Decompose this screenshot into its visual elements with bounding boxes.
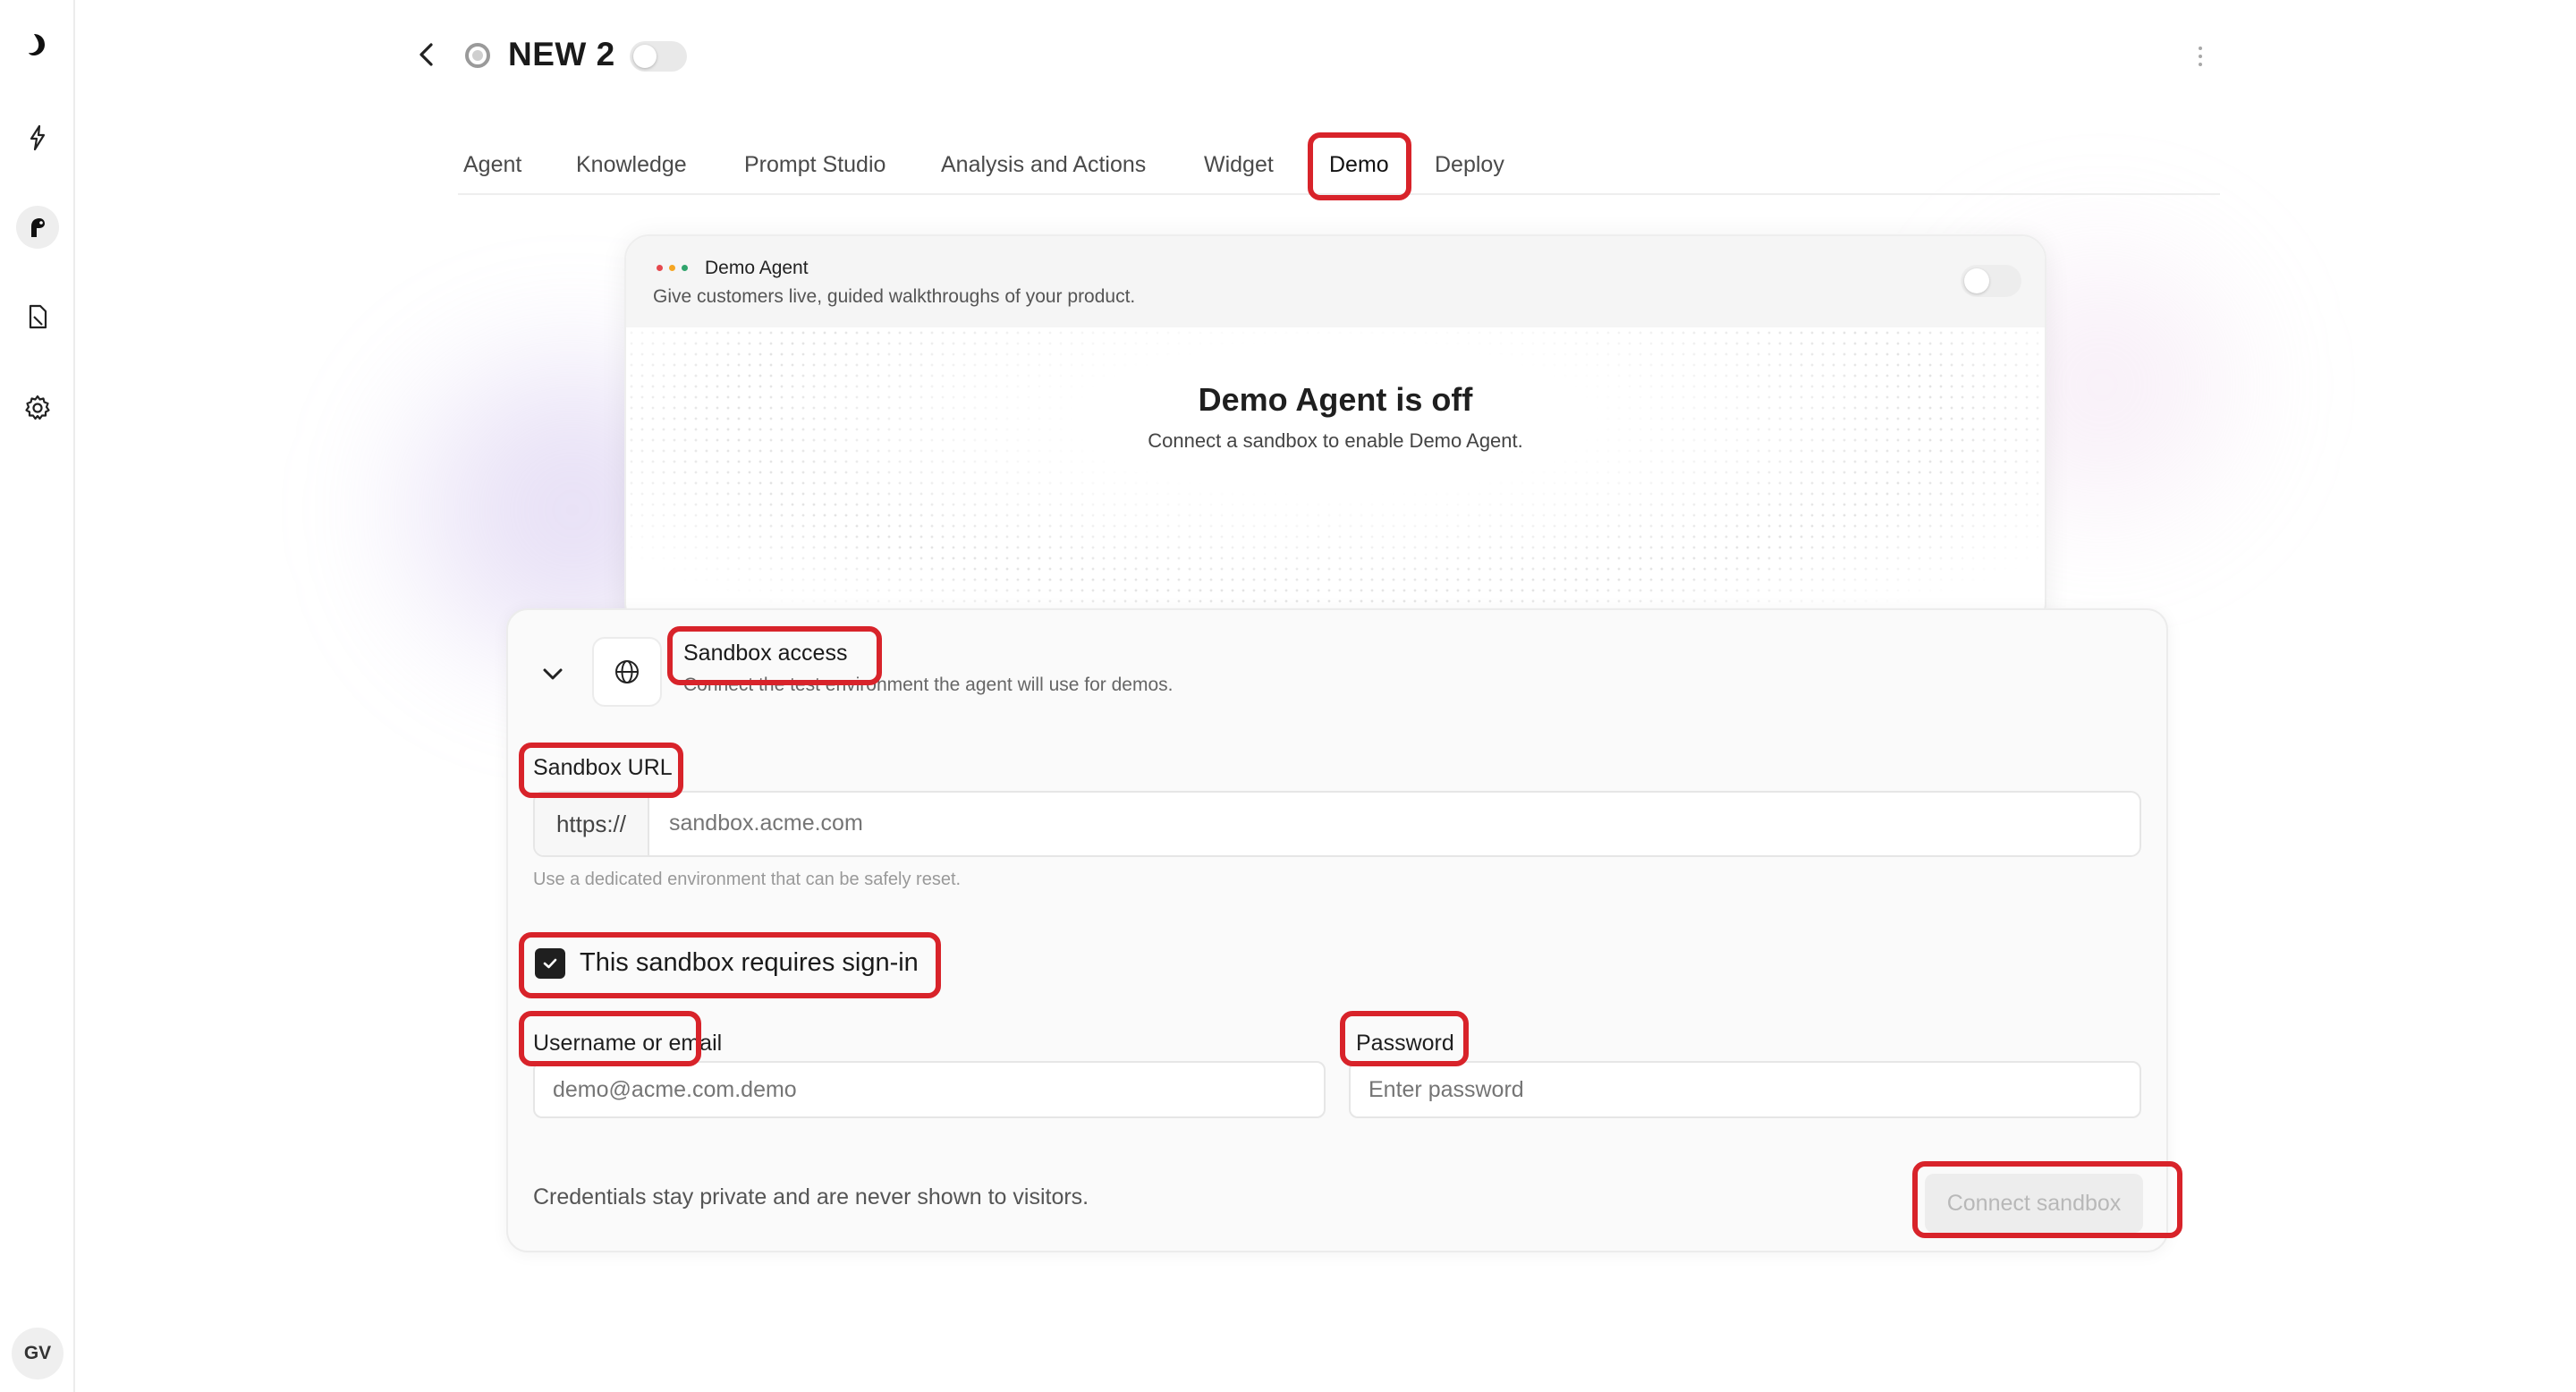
username-input[interactable] bbox=[553, 1077, 1286, 1103]
documents-icon[interactable] bbox=[16, 295, 59, 338]
sandbox-access-panel: Sandbox access Connect the test environm… bbox=[506, 608, 2168, 1252]
chevron-left-icon bbox=[419, 43, 433, 66]
status-indicator bbox=[465, 43, 490, 68]
check-icon bbox=[543, 958, 557, 969]
sandbox-url-label: Sandbox URL bbox=[533, 755, 673, 780]
demo-agent-toggle[interactable] bbox=[1961, 265, 2021, 297]
demo-state-subtitle: Connect a sandbox to enable Demo Agent. bbox=[1148, 429, 1523, 452]
more-dot bbox=[2199, 63, 2202, 66]
settings-icon[interactable] bbox=[16, 386, 59, 429]
demo-state-title: Demo Agent is off bbox=[1198, 381, 1473, 418]
red-dot bbox=[657, 265, 663, 271]
sandbox-url-input[interactable] bbox=[669, 811, 2100, 836]
more-dot bbox=[2199, 47, 2202, 50]
assistant-icon[interactable] bbox=[16, 206, 59, 249]
password-input[interactable] bbox=[1368, 1077, 2102, 1103]
username-field bbox=[533, 1061, 1326, 1118]
connect-sandbox-button[interactable]: Connect sandbox bbox=[1925, 1174, 2143, 1233]
logo-icon[interactable] bbox=[16, 23, 59, 66]
sandbox-access-title: Sandbox access bbox=[683, 641, 848, 666]
dot-pattern bbox=[626, 327, 2045, 626]
agents-icon[interactable] bbox=[16, 116, 59, 159]
username-label: Username or email bbox=[533, 1031, 723, 1056]
globe-icon-box bbox=[592, 637, 662, 707]
sandbox-url-helper: Use a dedicated environment that can be … bbox=[533, 870, 962, 889]
tab-demo[interactable]: Demo bbox=[1329, 152, 1389, 178]
globe-icon bbox=[615, 660, 639, 683]
more-dot bbox=[2199, 55, 2202, 58]
sandbox-url-field: https:// bbox=[533, 791, 2141, 857]
tab-knowledge[interactable]: Knowledge bbox=[576, 152, 687, 178]
back-button[interactable] bbox=[413, 39, 440, 70]
avatar[interactable]: GV bbox=[12, 1328, 64, 1379]
green-dot bbox=[682, 265, 688, 271]
tab-bar: Agent Knowledge Prompt Studio Analysis a… bbox=[458, 134, 2220, 195]
collapse-button[interactable] bbox=[535, 657, 571, 692]
window-dots bbox=[657, 265, 688, 271]
sandbox-access-subtitle: Connect the test environment the agent w… bbox=[683, 675, 1174, 695]
url-prefix: https:// bbox=[535, 793, 649, 855]
password-label: Password bbox=[1356, 1031, 1454, 1056]
sidebar: GV bbox=[0, 0, 75, 1392]
tab-prompt-studio[interactable]: Prompt Studio bbox=[744, 152, 886, 178]
tab-analysis-and-actions[interactable]: Analysis and Actions bbox=[941, 152, 1146, 178]
tab-agent[interactable]: Agent bbox=[463, 152, 521, 178]
demo-card-title: Demo Agent bbox=[705, 258, 809, 278]
chevron-down-icon bbox=[543, 668, 563, 680]
credentials-footnote: Credentials stay private and are never s… bbox=[533, 1184, 1089, 1210]
page-title: NEW 2 bbox=[508, 36, 615, 72]
tab-deploy[interactable]: Deploy bbox=[1435, 152, 1504, 178]
demo-agent-card: Demo Agent Give customers live, guided w… bbox=[624, 234, 2046, 628]
demo-card-subtitle: Give customers live, guided walkthroughs… bbox=[653, 286, 1136, 307]
yellow-dot bbox=[669, 265, 675, 271]
signin-checkbox-label[interactable]: This sandbox requires sign-in bbox=[580, 948, 919, 978]
agent-enabled-toggle[interactable] bbox=[630, 41, 687, 72]
more-options-button[interactable] bbox=[2190, 41, 2211, 72]
password-field bbox=[1349, 1061, 2141, 1118]
tab-widget[interactable]: Widget bbox=[1204, 152, 1274, 178]
demo-card-header: Demo Agent Give customers live, guided w… bbox=[626, 236, 2045, 327]
signin-checkbox[interactable] bbox=[535, 948, 565, 979]
